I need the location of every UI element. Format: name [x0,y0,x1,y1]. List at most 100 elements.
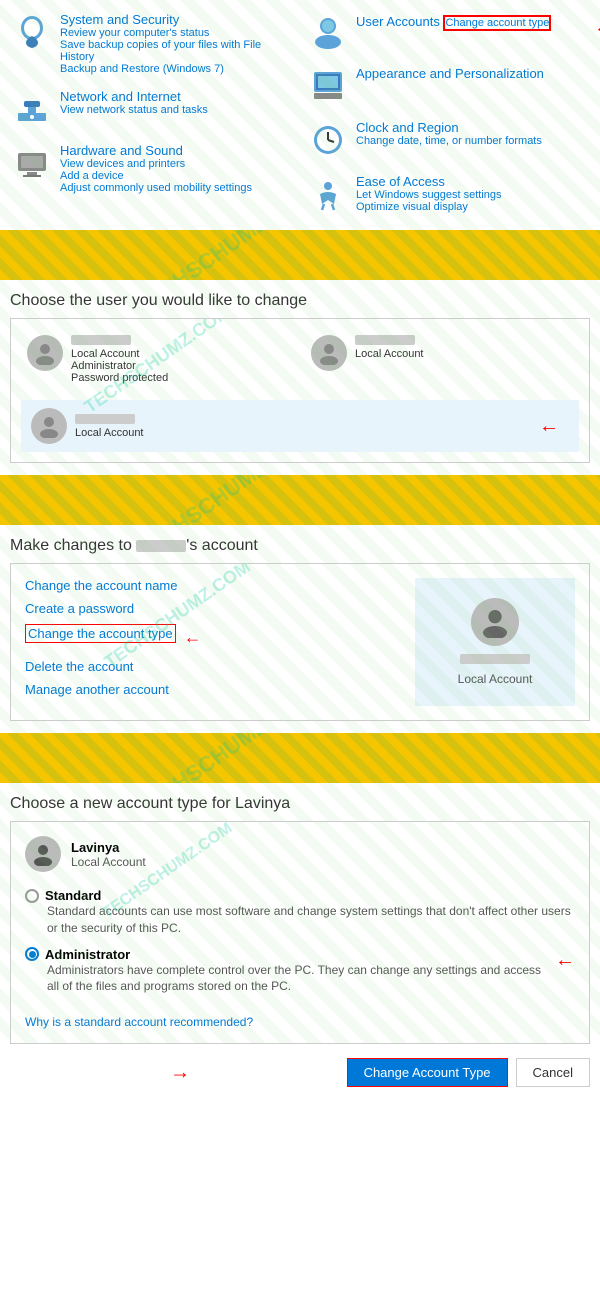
user-role-admin3: Password protected [71,372,289,384]
network-link1[interactable]: View network status and tasks [60,104,292,116]
user-card-2[interactable]: Local Account [305,329,579,390]
system-security-link1[interactable]: Review your computer's status [60,27,292,39]
change-account-type-link[interactable]: Change account type [445,17,549,29]
appearance-title[interactable]: Appearance and Personalization [356,66,544,81]
account-type-panel: TECHSCHUMZ.COM Lavinya Local Account Sta… [10,821,590,1044]
ease-link1[interactable]: Let Windows suggest settings [356,189,588,201]
ease-text: Ease of Access Let Windows suggest setti… [356,174,588,213]
user-panel: TECHSCHUMZ.COM Local Account Administrat… [10,318,590,463]
account-type-user: Lavinya Local Account [25,836,575,872]
cp-item-clock: Clock and Region Change date, time, or n… [304,116,592,164]
hardware-link3[interactable]: Adjust commonly used mobility settings [60,182,292,194]
cp-item-user-accounts: User Accounts Change account type ← [304,8,592,56]
radio-standard-label[interactable]: Standard [25,888,575,903]
control-panel-section: System and Security Review your computer… [0,0,600,230]
clock-text: Clock and Region Change date, time, or n… [356,120,588,147]
create-password-link[interactable]: Create a password [25,601,405,616]
system-security-link3[interactable]: Backup and Restore (Windows 7) [60,63,292,75]
user-name-blur-admin [71,335,131,345]
ease-link2[interactable]: Optimize visual display [356,201,588,213]
user-accounts-title[interactable]: User Accounts [356,14,440,29]
name-blur [136,540,186,552]
ease-icon [308,174,348,214]
network-text: Network and Internet View network status… [60,89,292,116]
user-avatar-highlighted [31,408,67,444]
radio-standard: Standard Standard accounts can use most … [25,888,575,937]
system-security-icon [12,12,52,52]
user-role-2: Local Account [355,348,573,360]
cp-item-appearance: Appearance and Personalization [304,62,592,110]
clock-title[interactable]: Clock and Region [356,120,459,135]
radio-admin-desc: Administrators have complete control ove… [47,962,547,996]
clock-icon [308,120,348,160]
hardware-text: Hardware and Sound View devices and prin… [60,143,292,194]
radio-standard-text: Standard [45,888,101,903]
arrow-to-user: ← [539,415,559,438]
changes-panel: TECHSCHUMZ.COM Change the account name C… [10,563,590,721]
user-info-admin: Local Account Administrator Password pro… [71,335,289,384]
account-preview: Local Account [415,578,575,706]
preview-avatar [471,598,519,646]
hardware-link2[interactable]: Add a device [60,170,292,182]
yellow-band-3: TECHSCHUMZ.COM [0,733,600,783]
radio-admin: Administrator Administrators have comple… [25,947,547,996]
cancel-button[interactable]: Cancel [516,1058,590,1087]
radio-admin-circle[interactable] [25,947,39,961]
make-changes-prefix: Make changes to [10,537,136,554]
yellow-band-1: TECHSCHUMZ.COM [0,230,600,280]
why-standard-link[interactable]: Why is a standard account recommended? [25,1015,575,1029]
change-type-link[interactable]: Change the account type [25,624,176,643]
hardware-link1[interactable]: View devices and printers [60,158,292,170]
ease-title[interactable]: Ease of Access [356,174,445,189]
make-changes-suffix: 's account [186,537,258,554]
account-type-username: Lavinya [71,840,146,855]
user-accounts-text: User Accounts Change account type [356,12,588,31]
cp-item-network: Network and Internet View network status… [8,85,296,133]
cp-item-ease: Ease of Access Let Windows suggest setti… [304,170,592,218]
user-name-blur-2 [355,335,415,345]
user-card-highlighted[interactable]: Local Account [21,400,579,452]
user-role-highlighted: Local Account [75,427,569,439]
hardware-icon [12,143,52,183]
radio-standard-circle[interactable] [25,889,39,903]
choose-user-heading: Choose the user you would like to change [0,280,600,318]
delete-account-link[interactable]: Delete the account [25,659,405,674]
change-account-type-button[interactable]: Change Account Type [347,1058,508,1087]
appearance-icon [308,66,348,106]
changes-content: Change the account name Create a passwor… [25,578,575,706]
network-title[interactable]: Network and Internet [60,89,181,104]
network-icon [12,89,52,129]
clock-link1[interactable]: Change date, time, or number formats [356,135,588,147]
user-accounts-icon [308,12,348,52]
arrow-to-admin: ← [555,947,575,972]
changes-links: Change the account name Create a passwor… [25,578,405,706]
system-security-link2[interactable]: Save backup copies of your files with Fi… [60,39,292,63]
account-type-user-info: Lavinya Local Account [71,840,146,869]
user-info-2: Local Account [355,335,573,360]
user-role-admin2: Administrator [71,360,289,372]
arrow-to-change-account: ← [594,16,600,39]
arrow-to-change-type: ← [184,627,202,648]
preview-role: Local Account [458,672,533,686]
account-type-role: Local Account [71,855,146,869]
system-security-title[interactable]: System and Security [60,12,179,27]
user-role-admin: Local Account [71,348,289,360]
system-security-text: System and Security Review your computer… [60,12,292,75]
appearance-text: Appearance and Personalization [356,66,588,81]
cp-item-hardware: Hardware and Sound View devices and prin… [8,139,296,198]
radio-standard-desc: Standard accounts can use most software … [47,903,575,937]
manage-another-link[interactable]: Manage another account [25,682,405,697]
choose-type-heading: Choose a new account type for Lavinya [0,783,600,821]
arrow-to-change-btn: → [170,1061,190,1084]
make-changes-heading: Make changes to 's account [0,525,600,563]
user-avatar-2 [311,335,347,371]
user-info-highlighted: Local Account [75,414,569,439]
hardware-title[interactable]: Hardware and Sound [60,143,183,158]
change-name-link[interactable]: Change the account name [25,578,405,593]
bottom-buttons: → Change Account Type Cancel [0,1044,600,1101]
radio-admin-label[interactable]: Administrator [25,947,547,962]
user-card-admin[interactable]: Local Account Administrator Password pro… [21,329,295,390]
user-avatar-admin [27,335,63,371]
preview-name-blur [460,654,530,664]
user-name-blur-highlighted [75,414,135,424]
